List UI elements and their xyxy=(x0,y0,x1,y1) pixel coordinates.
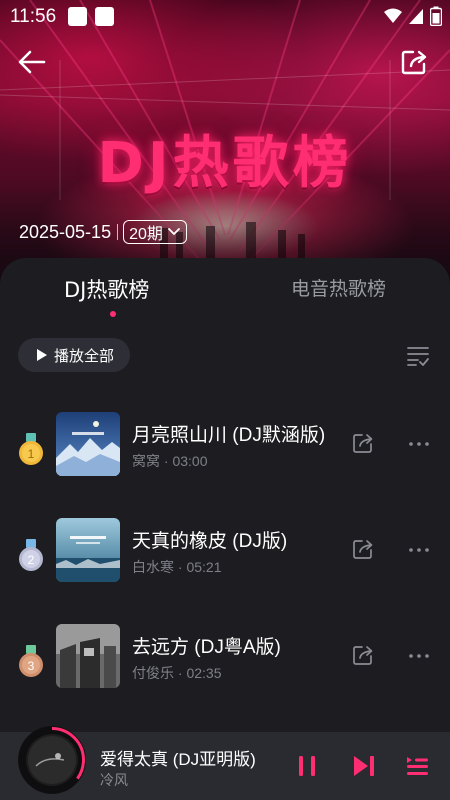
period-label: 20期 xyxy=(129,226,163,243)
rank-number: 1 xyxy=(28,447,35,461)
share-icon[interactable] xyxy=(352,644,374,666)
notification-icon xyxy=(68,6,88,26)
player-title: 爱得太真 (DJ亚明版) xyxy=(100,750,256,769)
album-cover[interactable] xyxy=(56,518,120,582)
song-artist: 白水寒 xyxy=(132,559,174,575)
song-meta: 付俊乐 · 02:35 xyxy=(132,665,222,681)
list-manage-icon[interactable] xyxy=(406,344,430,368)
rank-number: 3 xyxy=(28,659,35,673)
album-cover[interactable] xyxy=(56,412,120,476)
pause-icon[interactable] xyxy=(295,754,319,778)
share-icon[interactable] xyxy=(352,432,374,454)
playlist-icon[interactable] xyxy=(405,754,429,778)
mini-player[interactable]: 爱得太真 (DJ亚明版) 冷风 xyxy=(0,726,450,800)
tab-edm-hot[interactable]: 电音热歌榜 xyxy=(291,274,386,301)
song-duration: 02:35 xyxy=(186,665,222,681)
active-tab-indicator xyxy=(110,311,116,317)
song-row[interactable]: 1 月亮照山川 (DJ默涵版) 窝窝 · 03:00 xyxy=(0,412,450,502)
chevron-down-icon xyxy=(167,228,180,236)
song-duration: 05:21 xyxy=(186,559,222,575)
status-bar: 11:56 xyxy=(0,0,450,32)
signal-icon xyxy=(409,9,423,24)
share-icon xyxy=(401,50,427,75)
rank-number: 2 xyxy=(28,553,35,567)
skip-next-icon[interactable] xyxy=(352,754,376,778)
song-meta: 白水寒 · 05:21 xyxy=(132,559,222,575)
notification-icon xyxy=(95,6,115,26)
banner-title: DJ热歌榜 xyxy=(97,131,353,196)
now-playing-disc[interactable] xyxy=(18,726,86,794)
play-all-label: 播放全部 xyxy=(54,347,115,365)
ranking-sheet: DJ热歌榜 电音热歌榜 播放全部 1 月亮照山川 (DJ默涵版) 窝窝 · 03… xyxy=(0,258,450,738)
status-time: 11:56 xyxy=(10,6,57,27)
song-row[interactable]: 2 天真的橡皮 (DJ版) 白水寒 · 05:21 xyxy=(0,518,450,608)
more-options-icon[interactable] xyxy=(407,540,431,560)
song-meta: 窝窝 · 03:00 xyxy=(132,453,208,469)
period-selector[interactable]: 20期 xyxy=(123,220,187,244)
song-title: 天真的橡皮 (DJ版) xyxy=(132,531,288,552)
gold-medal-icon: 1 xyxy=(19,433,43,465)
song-artist: 窝窝 xyxy=(132,453,160,469)
album-cover[interactable] xyxy=(56,624,120,688)
song-row[interactable]: 3 去远方 (DJ粤A版) 付俊乐 · 02:35 xyxy=(0,624,450,714)
back-button[interactable] xyxy=(14,44,50,80)
song-artist: 付俊乐 xyxy=(132,665,174,681)
chart-issue-row: 2025-05-15 20期 xyxy=(19,220,187,244)
divider xyxy=(117,224,119,240)
bronze-medal-icon: 3 xyxy=(19,645,43,677)
player-artist: 冷风 xyxy=(100,772,128,788)
song-title: 去远方 (DJ粤A版) xyxy=(132,637,281,658)
song-title: 月亮照山川 (DJ默涵版) xyxy=(132,425,326,446)
chart-date: 2025-05-15 xyxy=(19,221,112,242)
tab-dj-hot[interactable]: DJ热歌榜 xyxy=(64,274,149,304)
silver-medal-icon: 2 xyxy=(19,539,43,571)
share-button[interactable] xyxy=(396,44,432,80)
song-duration: 03:00 xyxy=(172,453,208,469)
more-options-icon[interactable] xyxy=(407,434,431,454)
play-icon xyxy=(37,349,47,361)
wifi-icon xyxy=(384,8,402,23)
share-icon[interactable] xyxy=(352,538,374,560)
play-all-button[interactable]: 播放全部 xyxy=(18,338,130,372)
more-options-icon[interactable] xyxy=(407,646,431,666)
arrow-left-icon xyxy=(18,50,46,74)
battery-icon xyxy=(430,6,442,26)
